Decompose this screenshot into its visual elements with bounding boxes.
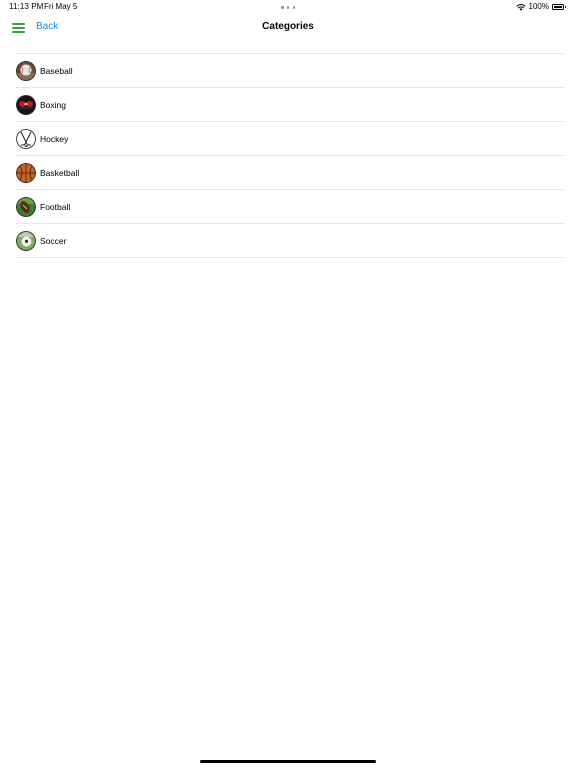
page-title: Categories xyxy=(262,21,314,32)
battery-percentage: 100% xyxy=(528,2,549,11)
category-label: Hockey xyxy=(40,133,69,144)
category-row-hockey[interactable]: Hockey xyxy=(16,122,564,156)
category-row-boxing[interactable]: Boxing xyxy=(16,88,564,122)
category-list: Baseball Boxing Hockey Basketball Footba… xyxy=(16,53,564,258)
status-time: 11:13 PM xyxy=(9,2,44,11)
football-icon xyxy=(16,196,36,217)
navigation-bar: Back Categories xyxy=(0,14,576,44)
battery-icon xyxy=(552,4,566,10)
multitasking-dots-icon[interactable] xyxy=(281,6,295,9)
boxing-icon xyxy=(16,94,36,115)
category-row-baseball[interactable]: Baseball xyxy=(16,54,564,88)
category-row-basketball[interactable]: Basketball xyxy=(16,156,564,190)
category-label: Basketball xyxy=(40,167,80,178)
hockey-icon xyxy=(16,128,36,149)
status-date: Fri May 5 xyxy=(44,2,78,11)
category-label: Soccer xyxy=(40,235,67,246)
category-row-football[interactable]: Football xyxy=(16,190,564,224)
soccer-icon xyxy=(16,230,36,251)
status-indicators: 100% xyxy=(516,0,566,14)
wifi-icon xyxy=(516,4,526,11)
category-row-soccer[interactable]: Soccer xyxy=(16,224,564,258)
category-label: Football xyxy=(40,201,71,212)
baseball-icon xyxy=(16,60,36,81)
categories-screen: 11:13 PM Fri May 5 100% Back Categories xyxy=(0,0,576,768)
basketball-icon xyxy=(16,162,36,183)
status-bar: 11:13 PM Fri May 5 100% xyxy=(0,0,576,14)
category-label: Boxing xyxy=(40,99,66,110)
home-indicator[interactable] xyxy=(200,760,376,763)
category-label: Baseball xyxy=(40,65,73,76)
